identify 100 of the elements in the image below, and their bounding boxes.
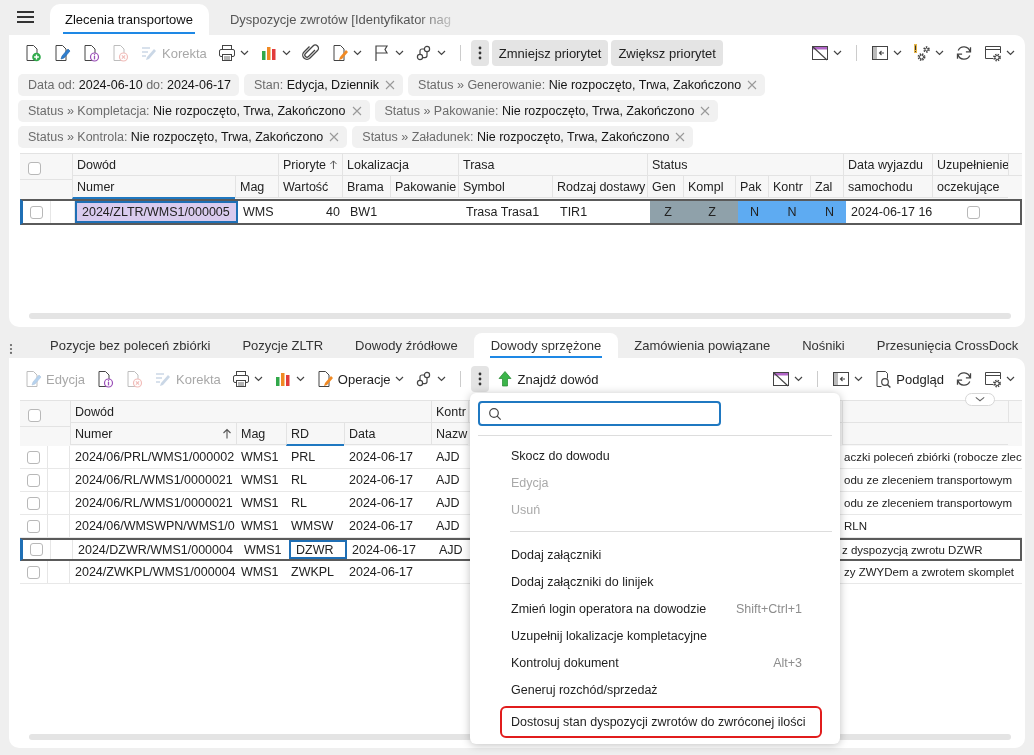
tab[interactable]: Dyspozycje zwrotów [Identyfikator nag <box>216 4 465 35</box>
labeled-button[interactable]: Operacje <box>311 366 408 392</box>
flag-icon <box>372 44 391 62</box>
workflow-icon <box>414 370 433 388</box>
table-row[interactable]: 2024/ZLTR/WMS1/000005 WMS 40 BW1 Trasa Trasa1 TIR1 Z Z N N N 2024-06-17 16 <box>20 199 1022 225</box>
column-header[interactable]: RD <box>291 426 310 441</box>
close-icon[interactable] <box>700 106 711 116</box>
table-cell-text: RLN <box>843 519 868 534</box>
tab[interactable]: Dowody sprzężone <box>473 333 619 358</box>
table-cell-text: 2024/ZWKPL/WMS1/000004 <box>74 564 236 581</box>
checkbox[interactable] <box>27 162 41 175</box>
column-header[interactable]: Rodzaj dostawy <box>557 179 646 194</box>
table-cell-text: z dyspozycją zwrotu DZWR <box>841 542 984 558</box>
column-header[interactable]: Pakowanie <box>395 179 457 194</box>
column-group-header: Dowód <box>77 157 116 172</box>
table-cell: DZWR <box>289 540 347 559</box>
scrollbar[interactable] <box>29 313 1011 319</box>
table-cell: N <box>738 201 771 223</box>
column-header[interactable]: Data <box>349 426 376 441</box>
menu-icon[interactable] <box>17 10 34 24</box>
column-header[interactable]: Symbol <box>463 179 505 194</box>
table-cell: N <box>771 201 813 223</box>
checkbox[interactable] <box>27 496 40 510</box>
tab[interactable]: Nośniki <box>786 333 861 358</box>
tab[interactable]: Dowody źródłowe <box>339 333 474 358</box>
table-cell-text: 2024-06-17 <box>348 495 414 512</box>
menu-item[interactable]: Dostosuj stan dyspozycji zwrotów do zwróconej ilości <box>500 706 822 738</box>
table-cell-text: WMS1 <box>240 472 280 489</box>
close-icon[interactable] <box>329 132 340 142</box>
labeled-button[interactable]: Podgląd <box>870 366 948 392</box>
column-header[interactable]: Numer <box>75 426 113 441</box>
tab[interactable]: Pozycje ZLTR <box>226 333 340 358</box>
column-header[interactable]: samochodu <box>848 179 913 194</box>
filter-text: Status » Pakowanie: Nie rozpoczęto, Trwa, Zakończono <box>384 104 695 118</box>
more-button[interactable] <box>470 40 489 66</box>
table-cell-text: AJD <box>435 449 461 466</box>
close-icon[interactable] <box>351 106 362 116</box>
shortcut-text: Shift+Ctrl+1 <box>736 601 802 616</box>
table-cell-text: 2024/06/RL/WMS1/0000021 <box>74 495 234 512</box>
menu-item[interactable]: Kontroluj dokument Alt+3 <box>478 649 832 676</box>
column-header[interactable]: Mag <box>240 179 265 194</box>
action-button[interactable]: Zmniejsz priorytet <box>491 40 609 66</box>
checkbox[interactable] <box>27 473 40 487</box>
pencil-icon <box>154 370 173 388</box>
column-group-header: Status <box>652 157 688 172</box>
checkbox[interactable] <box>27 519 40 533</box>
column-header[interactable]: Numer <box>77 179 115 194</box>
column-header[interactable]: Kontr <box>773 179 803 194</box>
document-info-icon <box>82 44 100 62</box>
filter-text: Status » Generowanie: Nie rozpoczęto, Trwa, Zakończono <box>418 78 742 92</box>
menu-item[interactable]: Generuj rozchód/sprzedaż <box>478 676 832 703</box>
table-cell-text: 2024-06-17 <box>348 472 414 489</box>
checkbox[interactable] <box>27 409 41 422</box>
table-cell-text: zy ZWYDem a zwrotem skomplet <box>843 565 1015 580</box>
filter-text: Stan: Edycja, Dziennik <box>253 78 380 92</box>
table-cell-text: 40 <box>325 204 341 221</box>
column-group-header: Uzupełnienie <box>937 157 1010 172</box>
table-cell-text: 2024-06-17 <box>351 541 417 559</box>
column-header[interactable]: oczekujące <box>937 179 1000 194</box>
menu-item[interactable]: Uzupełnij lokalizacje kompletacyjne <box>478 622 832 649</box>
labeled-button[interactable]: Znajdź dowód <box>491 366 603 392</box>
column-group-header: Prioryte <box>283 157 327 172</box>
checkbox[interactable] <box>30 543 43 556</box>
column-header[interactable]: Mag <box>241 426 266 441</box>
close-icon[interactable] <box>747 80 758 90</box>
close-icon[interactable] <box>675 132 686 142</box>
close-icon[interactable] <box>385 80 396 90</box>
table-cell-text: 2024-06-17 <box>348 564 414 581</box>
checkbox[interactable] <box>30 205 43 219</box>
checkbox[interactable] <box>27 565 40 579</box>
tab[interactable]: Zamówienia powiązane <box>618 333 787 358</box>
search-field[interactable] <box>478 401 721 426</box>
column-header[interactable]: Nazw <box>436 426 468 441</box>
refresh-icon <box>955 44 973 62</box>
table-cell-text: 2024/06/RL/WMS1/0000021 <box>74 472 234 489</box>
column-header[interactable]: Zal <box>815 179 833 194</box>
menu-item[interactable]: Dodaj załączniki do linijek <box>478 568 832 595</box>
action-button[interactable]: Zwiększ priorytet <box>611 40 723 66</box>
table-cell: Z <box>650 201 686 223</box>
table-cell-text: AJD <box>435 518 461 535</box>
checkbox[interactable] <box>966 205 980 219</box>
column-header[interactable]: Wartość <box>283 179 329 194</box>
more-button[interactable] <box>470 366 489 392</box>
tab[interactable]: Przesunięcia CrossDock <box>860 333 1034 358</box>
tab[interactable]: Zlecenia transportowe <box>50 4 209 35</box>
collapse-toggle[interactable] <box>965 393 995 406</box>
table-cell-text: PRL <box>290 449 317 466</box>
column-header[interactable]: Kompl <box>688 179 724 194</box>
document-x-icon <box>111 44 129 62</box>
column-header[interactable]: Brama <box>347 179 384 194</box>
column-header[interactable]: Pak <box>740 179 762 194</box>
table-cell-text: AJD <box>435 495 461 512</box>
tab[interactable]: Pozycje bez poleceń zbiórki <box>34 333 227 358</box>
bar-chart-icon <box>273 370 292 388</box>
menu-item[interactable]: Dodaj załączniki <box>478 541 832 568</box>
shortcut-text: Alt+3 <box>773 655 802 670</box>
column-header[interactable]: Gen <box>652 179 676 194</box>
checkbox[interactable] <box>27 450 40 464</box>
table-cell: 2024/ZLTR/WMS1/000005 <box>75 201 238 223</box>
menu-item[interactable]: Zmień login operatora na dowodzie Shift+Ctrl+1 <box>478 595 832 622</box>
